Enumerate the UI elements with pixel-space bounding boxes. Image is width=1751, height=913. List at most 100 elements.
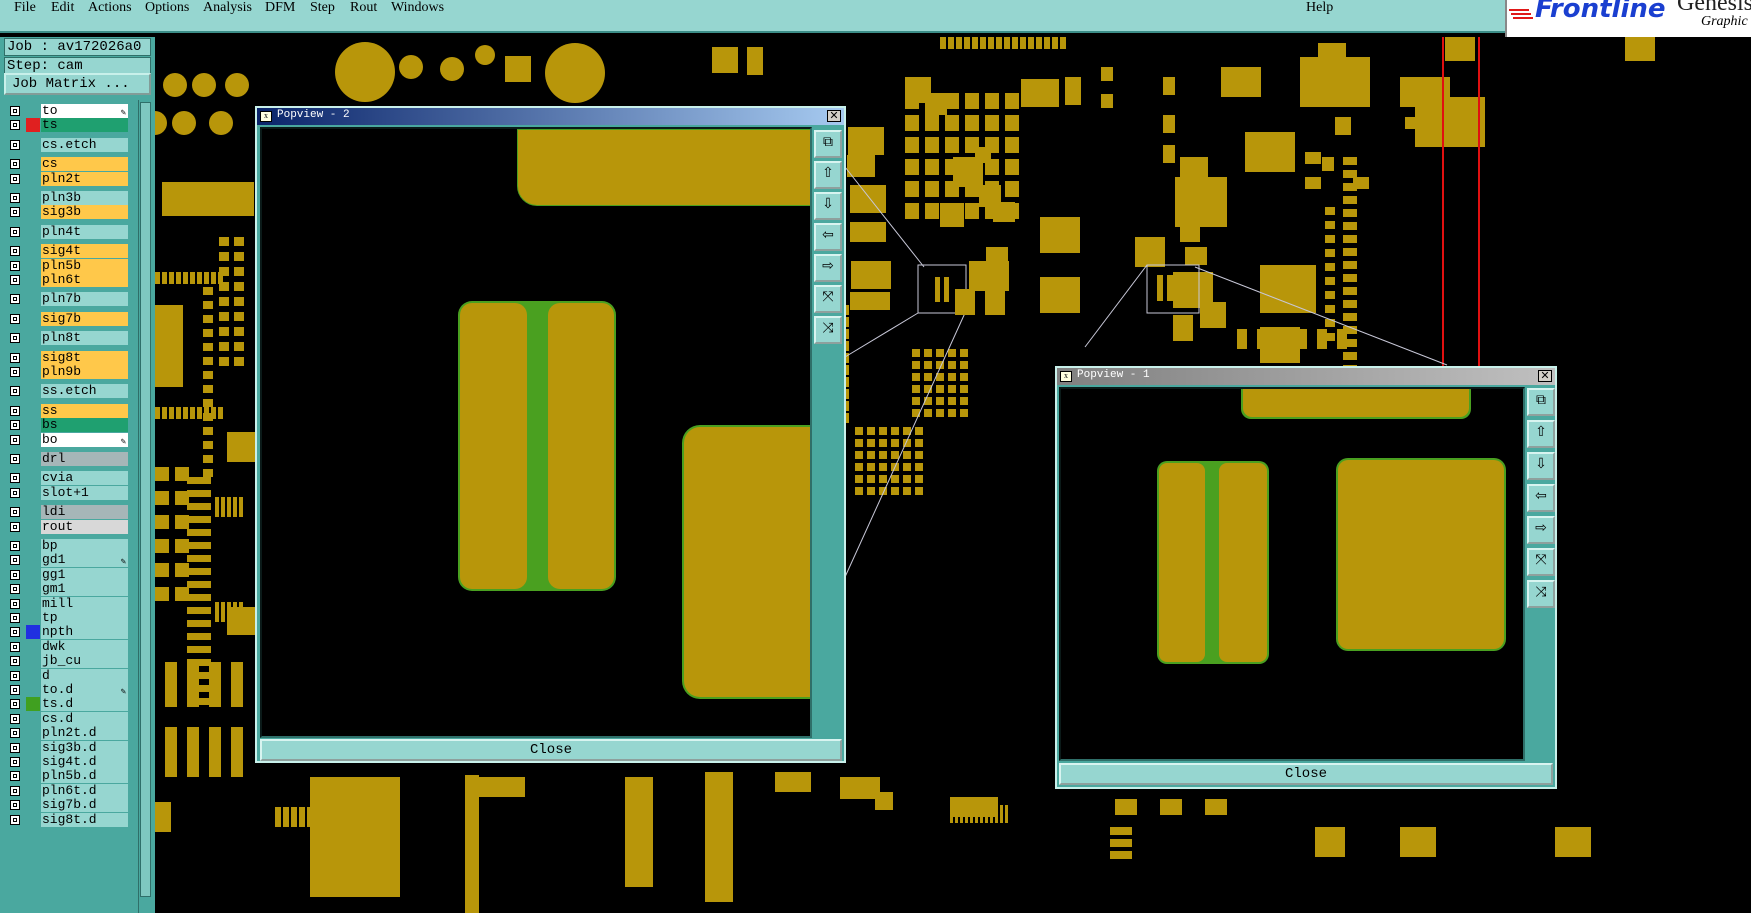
layer-checkbox[interactable] — [10, 487, 20, 498]
layer-checkbox[interactable] — [10, 800, 20, 811]
layer-name[interactable]: bs — [41, 418, 128, 433]
pan-left-icon[interactable]: ⇦ — [1527, 484, 1555, 512]
layer-checkbox[interactable] — [10, 713, 20, 724]
job-matrix-button[interactable]: Job Matrix ... — [4, 73, 151, 95]
layer-checkbox[interactable] — [10, 507, 20, 518]
menu-rout[interactable]: Rout — [350, 0, 377, 16]
layer-row[interactable]: drl — [5, 452, 131, 466]
layer-name[interactable]: sig3b.d — [41, 740, 128, 755]
layer-name[interactable]: ldi — [41, 505, 128, 520]
layer-row[interactable]: pln9b — [5, 365, 131, 379]
layer-row[interactable]: sig4t.d — [5, 755, 131, 769]
popview-2-view[interactable] — [260, 127, 812, 738]
layer-row[interactable]: d — [5, 668, 131, 683]
layer-row[interactable]: rout — [5, 519, 131, 534]
pan-up-icon[interactable]: ⇧ — [814, 161, 842, 189]
layer-checkbox[interactable] — [10, 521, 20, 532]
layer-checkbox[interactable] — [10, 785, 20, 796]
layer-name[interactable]: sig4t.d — [41, 755, 128, 769]
layer-row[interactable]: pln2t.d — [5, 726, 131, 741]
layer-row[interactable]: ts — [5, 118, 131, 133]
layer-checkbox[interactable] — [10, 742, 20, 753]
layer-name[interactable]: pln7b — [41, 292, 128, 307]
layer-checkbox[interactable] — [10, 207, 20, 218]
layer-checkbox[interactable] — [10, 386, 20, 397]
layer-name[interactable]: pln9b — [41, 365, 128, 379]
layer-checkbox[interactable] — [10, 367, 20, 377]
layer-checkbox[interactable] — [10, 569, 20, 580]
layer-row[interactable]: to.d ✎ — [5, 683, 131, 697]
layer-checkbox[interactable] — [10, 434, 20, 445]
layer-checkbox[interactable] — [10, 173, 20, 184]
layer-name[interactable]: pln5b.d — [41, 769, 128, 784]
layer-name[interactable]: cs.d — [41, 711, 128, 726]
layer-row[interactable]: cs.d — [5, 711, 131, 726]
layer-row[interactable]: sig7b.d — [5, 798, 131, 813]
layer-checkbox[interactable] — [10, 584, 20, 595]
zoom-out-icon[interactable]: ⤧ — [814, 285, 842, 313]
layer-checkbox[interactable] — [10, 627, 20, 638]
layer-row[interactable]: to ✎ — [5, 104, 131, 118]
layer-row[interactable]: pln4t — [5, 224, 131, 239]
layer-row[interactable]: ldi — [5, 505, 131, 520]
layer-name[interactable]: bo ✎ — [41, 432, 128, 447]
layer-name[interactable]: mill — [41, 596, 128, 611]
layer-name[interactable]: pln6t.d — [41, 783, 128, 798]
layer-row[interactable]: jb_cu — [5, 654, 131, 669]
menu-options[interactable]: Options — [145, 0, 189, 16]
layer-row[interactable]: mill — [5, 596, 131, 611]
layer-checkbox[interactable] — [10, 260, 20, 271]
layer-row[interactable]: pln6t.d — [5, 783, 131, 798]
layer-row[interactable]: ts.d — [5, 697, 131, 712]
layer-name[interactable]: sig7b — [41, 311, 128, 326]
layer-name[interactable]: ss — [41, 403, 128, 418]
menu-file[interactable]: File — [14, 0, 36, 16]
zoom-out-icon[interactable]: ⤧ — [1527, 548, 1555, 576]
layer-name[interactable]: sig8t.d — [41, 812, 128, 827]
layer-row[interactable]: pln7b — [5, 292, 131, 307]
layer-checkbox[interactable] — [10, 613, 20, 623]
layer-checkbox[interactable] — [10, 728, 20, 739]
layer-row[interactable]: cs.etch — [5, 137, 131, 152]
pan-left-icon[interactable]: ⇦ — [814, 223, 842, 251]
layer-row[interactable]: pln5b.d — [5, 769, 131, 784]
popview-1-close-button[interactable]: Close — [1059, 763, 1553, 785]
menu-actions[interactable]: Actions — [88, 0, 132, 16]
layer-checkbox[interactable] — [10, 541, 20, 551]
layer-name[interactable]: dwk — [41, 639, 128, 654]
layer-checkbox[interactable] — [10, 333, 20, 344]
layer-row[interactable]: bs — [5, 418, 131, 433]
zoom-in-icon[interactable]: ⤨ — [1527, 580, 1555, 608]
layer-name[interactable]: sig3b — [41, 205, 128, 220]
layer-row[interactable]: npth — [5, 625, 131, 640]
layer-name[interactable]: slot+1 — [41, 485, 128, 500]
pan-down-icon[interactable]: ⇩ — [1527, 452, 1555, 480]
menu-help[interactable]: Help — [1306, 0, 1333, 16]
menu-step[interactable]: Step — [310, 0, 335, 16]
layer-name[interactable]: ts.d — [41, 697, 128, 712]
menu-analysis[interactable]: Analysis — [203, 0, 252, 16]
layer-checkbox[interactable] — [10, 757, 20, 767]
layer-name[interactable]: cs — [41, 157, 128, 172]
layer-name[interactable]: ts — [41, 118, 128, 133]
popview-2-close-button[interactable]: Close — [260, 739, 842, 761]
layer-checkbox[interactable] — [10, 670, 20, 681]
scrollbar-thumb[interactable] — [140, 102, 151, 897]
layer-row[interactable]: ss — [5, 403, 131, 418]
layer-checkbox[interactable] — [10, 656, 20, 667]
layer-name[interactable]: drl — [41, 452, 128, 466]
layer-name[interactable]: gg1 — [41, 567, 128, 582]
layer-row[interactable]: bo ✎ — [5, 432, 131, 447]
layer-checkbox[interactable] — [10, 246, 20, 257]
layer-checkbox[interactable] — [10, 275, 20, 285]
layer-row[interactable]: cs — [5, 157, 131, 172]
layer-row[interactable]: pln5b — [5, 258, 131, 273]
layer-row[interactable]: sig3b.d — [5, 740, 131, 755]
layer-checkbox[interactable] — [10, 685, 20, 695]
layer-checkbox[interactable] — [10, 352, 20, 363]
layer-checkbox[interactable] — [10, 771, 20, 782]
popview-1-view[interactable] — [1059, 387, 1525, 761]
layer-checkbox[interactable] — [10, 473, 20, 484]
layer-checkbox[interactable] — [10, 699, 20, 710]
menu-edit[interactable]: Edit — [51, 0, 74, 16]
